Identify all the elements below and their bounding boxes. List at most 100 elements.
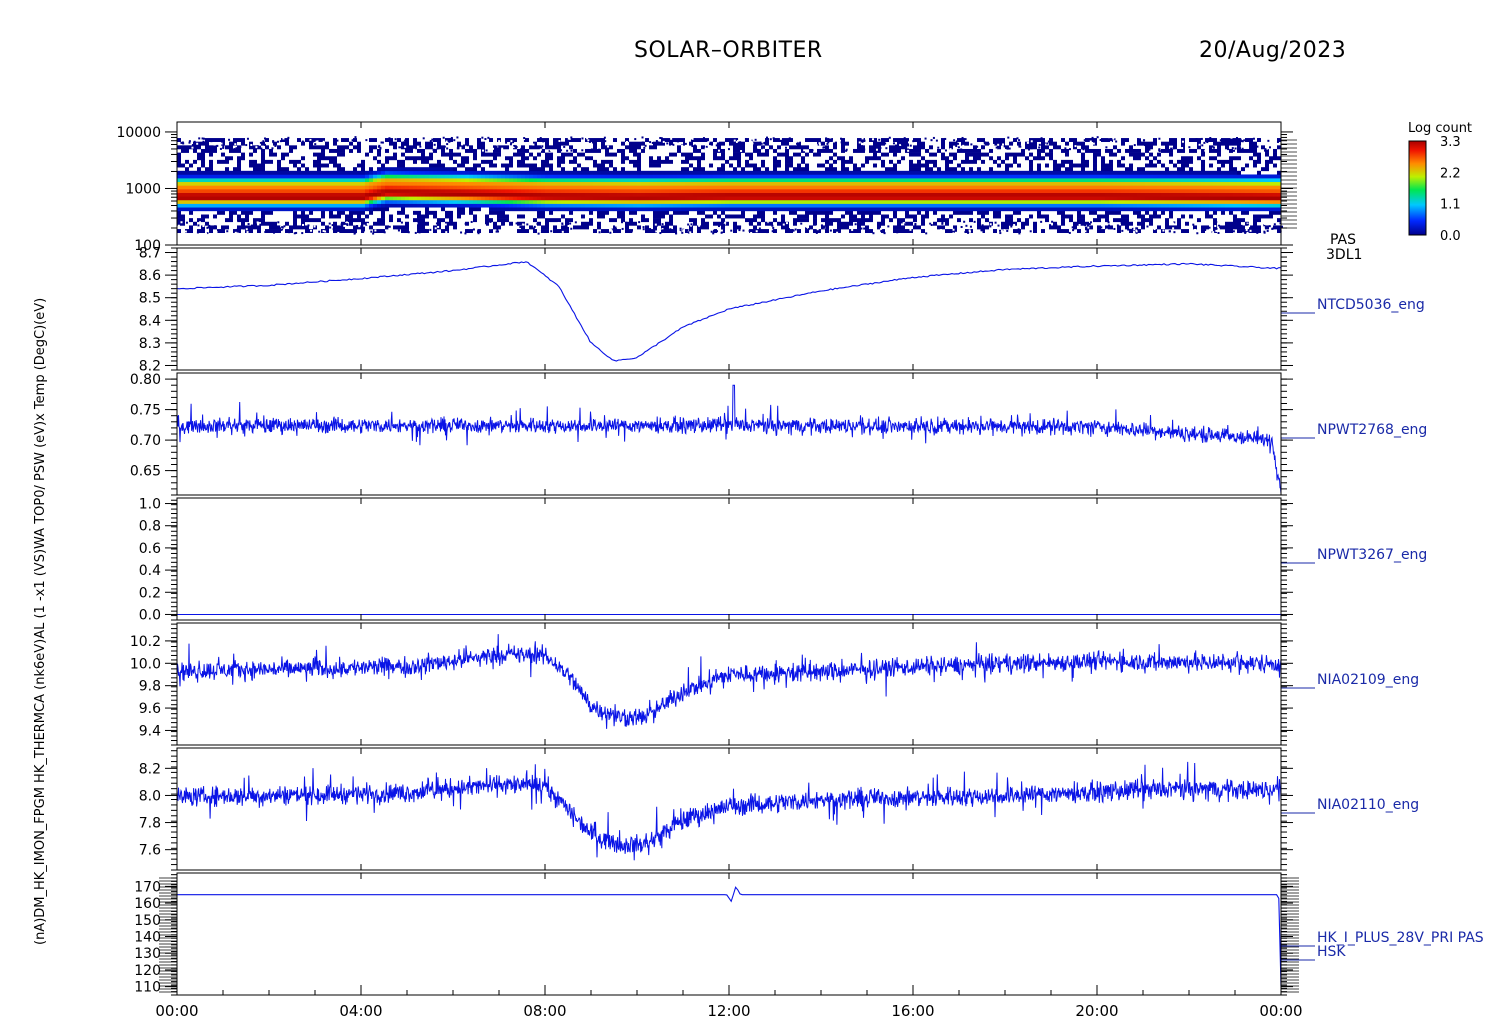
spectrogram-cell	[597, 174, 601, 179]
spectrogram-cell	[801, 218, 805, 223]
spectrogram-cell	[565, 218, 569, 223]
spectrogram-cell	[437, 185, 441, 190]
spectrogram-speckle	[515, 146, 518, 149]
spectrogram-cell	[273, 225, 277, 230]
spectrogram-cell	[665, 229, 669, 234]
spectrogram-cell	[1209, 199, 1213, 204]
spectrogram-cell	[669, 203, 673, 208]
spectrogram-cell	[337, 210, 341, 215]
spectrogram-cell	[989, 196, 993, 201]
spectrogram-cell	[561, 156, 565, 161]
spectrogram-cell	[337, 207, 341, 212]
spectrogram-cell	[553, 178, 557, 183]
spectrogram-cell	[737, 203, 741, 208]
spectrogram-cell	[969, 210, 973, 215]
spectrogram-cell	[241, 207, 245, 212]
spectrogram-cell	[1157, 152, 1161, 157]
spectrogram-cell	[217, 229, 221, 234]
spectrogram-cell	[1225, 225, 1229, 230]
spectrogram-cell	[973, 159, 977, 164]
spectrogram-cell	[849, 170, 853, 175]
spectrogram-cell	[425, 203, 429, 208]
spectrogram-cell	[317, 174, 321, 179]
spectrogram-cell	[305, 185, 309, 190]
spectrogram-cell	[441, 229, 445, 234]
spectrogram-cell	[193, 159, 197, 164]
spectrogram-cell	[329, 185, 333, 190]
spectrogram-cell	[845, 221, 849, 226]
spectrogram-cell	[837, 156, 841, 161]
spectrogram-cell	[189, 189, 193, 193]
spectrogram-cell	[693, 170, 697, 175]
spectrogram-cell	[1073, 207, 1077, 212]
spectrogram-cell	[453, 152, 457, 157]
spectrogram-cell	[1169, 214, 1173, 219]
spectrogram-cell	[549, 189, 553, 193]
spectrogram-cell	[673, 185, 677, 190]
spectrogram-cell	[1181, 159, 1185, 164]
spectrogram-cell	[517, 189, 521, 193]
spectrogram-cell	[909, 192, 913, 197]
spectrogram-cell	[1189, 170, 1193, 175]
spectrogram-cell	[1125, 138, 1129, 142]
spectrogram-cell	[613, 170, 617, 175]
spectrogram-cell	[385, 138, 389, 142]
spectrogram-cell	[1153, 181, 1157, 186]
spectrogram-cell	[813, 207, 817, 212]
spectrogram-cell	[689, 163, 693, 168]
spectrogram-cell	[365, 192, 369, 197]
spectrogram-cell	[557, 174, 561, 179]
spectrogram-cell	[1213, 170, 1217, 175]
spectrogram-cell	[489, 207, 493, 212]
spectrogram-cell	[1073, 196, 1077, 201]
spectrogram-cell	[713, 210, 717, 215]
spectrogram-cell	[1177, 218, 1181, 223]
spectrogram-cell	[1197, 170, 1201, 175]
spectrogram-cell	[941, 145, 945, 150]
spectrogram-cell	[1013, 138, 1017, 142]
spectrogram-cell	[1237, 229, 1241, 234]
spectrogram-cell	[1109, 170, 1113, 175]
spectrogram-cell	[1021, 152, 1025, 157]
spectrogram-cell	[1113, 152, 1117, 157]
spectrogram-cell	[181, 199, 185, 204]
spectrogram-cell	[913, 174, 917, 179]
spectrogram-cell	[529, 203, 533, 208]
spectrogram-cell	[965, 174, 969, 179]
spectrogram-cell	[997, 178, 1001, 183]
spectrogram-cell	[417, 210, 421, 215]
spectrogram-cell	[373, 174, 377, 179]
spectrogram-cell	[961, 159, 965, 164]
spectrogram-cell	[385, 199, 389, 204]
spectrogram-cell	[837, 225, 841, 230]
spectrogram-cell	[1229, 178, 1233, 183]
spectrogram-cell	[569, 170, 573, 175]
spectrogram-cell	[369, 170, 373, 175]
spectrogram-cell	[1125, 214, 1129, 219]
spectrogram-cell	[321, 148, 325, 153]
spectrogram-cell	[1145, 189, 1149, 193]
spectrogram-cell	[989, 156, 993, 161]
spectrogram-cell	[621, 210, 625, 215]
spectrogram-speckle	[840, 137, 843, 140]
spectrogram-cell	[341, 170, 345, 175]
spectrogram-cell	[297, 170, 301, 175]
spectrogram-cell	[673, 170, 677, 175]
spectrogram-cell	[301, 170, 305, 175]
spectrogram-cell	[201, 159, 205, 164]
spectrogram-cell	[969, 174, 973, 179]
spectrogram-cell	[937, 192, 941, 197]
spectrogram-cell	[869, 156, 873, 161]
spectrogram-cell	[681, 210, 685, 215]
spectrogram-cell	[237, 199, 241, 204]
spectrogram-cell	[257, 203, 261, 208]
spectrogram-cell	[833, 167, 837, 172]
spectrogram-cell	[469, 192, 473, 197]
spectrogram-cell	[473, 181, 477, 186]
spectrogram-cell	[273, 174, 277, 179]
spectrogram-cell	[785, 170, 789, 175]
spectrogram-cell	[529, 145, 533, 150]
spectrogram-cell	[249, 199, 253, 204]
spectrogram-cell	[441, 178, 445, 183]
spectrogram-cell	[673, 189, 677, 193]
